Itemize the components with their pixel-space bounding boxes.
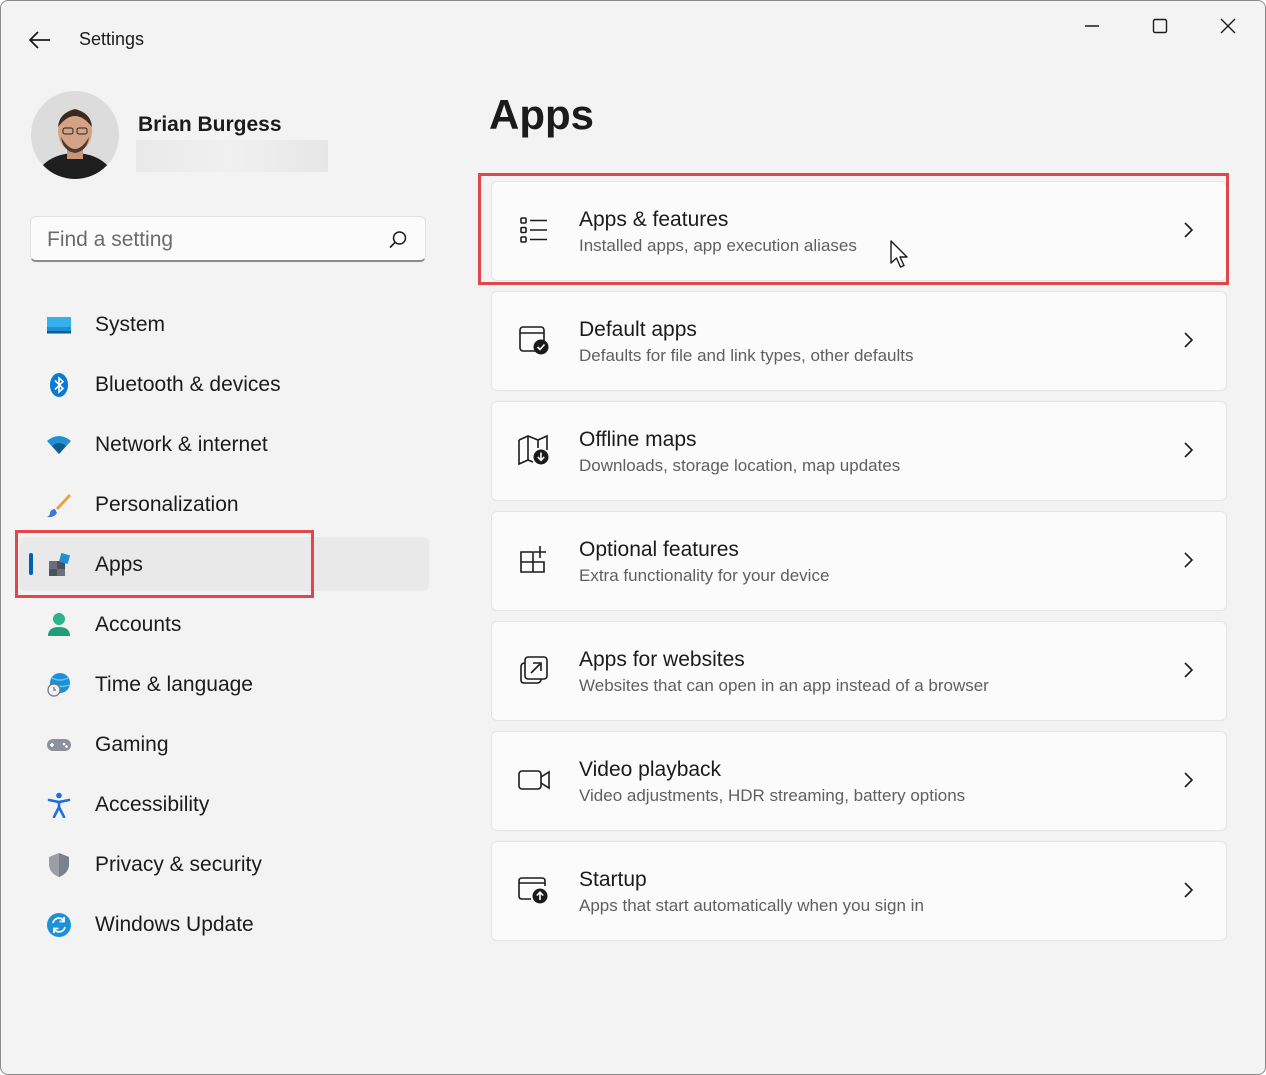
card-optional-features[interactable]: Optional features Extra functionality fo…	[491, 511, 1227, 611]
sidebar-item-windows-update[interactable]: Windows Update	[19, 897, 429, 951]
person-icon	[45, 611, 73, 639]
close-button[interactable]	[1205, 11, 1251, 41]
app-title: Settings	[79, 29, 145, 49]
card-apps-for-websites[interactable]: Apps for websites Websites that can open…	[491, 621, 1227, 721]
settings-cards: Apps & features Installed apps, app exec…	[491, 181, 1227, 951]
card-description: Downloads, storage location, map updates	[579, 456, 901, 475]
minimize-icon	[1085, 25, 1099, 27]
sidebar-item-time-language[interactable]: Time & language	[19, 657, 429, 711]
minimize-button[interactable]	[1069, 11, 1115, 41]
maximize-button[interactable]	[1137, 11, 1183, 41]
update-icon	[45, 911, 73, 939]
chevron-right-icon	[1176, 328, 1200, 352]
card-description: Apps that start automatically when you s…	[579, 896, 924, 915]
chevron-right-icon	[1176, 438, 1200, 462]
card-default-apps[interactable]: Default apps Defaults for file and link …	[491, 291, 1227, 391]
open-in-app-icon	[516, 652, 552, 688]
sidebar-item-accounts[interactable]: Accounts	[19, 597, 429, 651]
maximize-icon	[1152, 18, 1168, 34]
card-title: Video playback	[579, 758, 722, 781]
card-description: Extra functionality for your device	[579, 566, 830, 585]
sidebar-item-label: Privacy & security	[95, 853, 262, 876]
avatar-photo-icon	[31, 91, 119, 179]
brush-icon	[45, 491, 73, 519]
annotation-highlight-apps	[15, 530, 314, 598]
sidebar-item-label: Accessibility	[95, 793, 210, 816]
search-input[interactable]	[45, 225, 379, 255]
accessibility-icon	[45, 791, 73, 819]
close-icon	[1220, 18, 1236, 34]
sidebar-item-network[interactable]: Network & internet	[19, 417, 429, 471]
sidebar-item-label: Network & internet	[95, 433, 268, 456]
startup-icon	[516, 872, 552, 908]
card-offline-maps[interactable]: Offline maps Downloads, storage location…	[491, 401, 1227, 501]
back-arrow-icon	[29, 31, 50, 49]
wifi-icon	[45, 431, 73, 459]
sidebar-item-label: Personalization	[95, 493, 239, 516]
sidebar-item-label: Gaming	[95, 733, 169, 756]
chevron-right-icon	[1176, 548, 1200, 572]
card-description: Defaults for file and link types, other …	[579, 346, 914, 365]
default-apps-icon	[516, 322, 552, 358]
card-startup[interactable]: Startup Apps that start automatically wh…	[491, 841, 1227, 941]
grid-add-icon	[516, 542, 552, 578]
page-title: Apps	[489, 91, 594, 138]
annotation-highlight-apps-features	[478, 173, 1229, 285]
bluetooth-icon	[45, 371, 73, 399]
sidebar-nav: System Bluetooth & devices Network & int…	[19, 297, 429, 957]
mouse-cursor-icon	[890, 240, 908, 268]
sidebar-item-privacy-security[interactable]: Privacy & security	[19, 837, 429, 891]
sidebar-item-label: Windows Update	[95, 913, 254, 936]
search-icon[interactable]	[387, 229, 409, 251]
map-download-icon	[516, 432, 552, 468]
sidebar-item-system[interactable]: System	[19, 297, 429, 351]
title-bar: Settings	[1, 1, 1265, 77]
card-title: Apps for websites	[579, 648, 745, 671]
video-icon	[516, 762, 552, 798]
user-email-redacted	[136, 140, 328, 172]
card-video-playback[interactable]: Video playback Video adjustments, HDR st…	[491, 731, 1227, 831]
chevron-right-icon	[1176, 768, 1200, 792]
back-button[interactable]	[25, 25, 55, 55]
card-title: Optional features	[579, 538, 739, 561]
settings-window: Settings Brian Burgess Find a setting Sy…	[0, 0, 1266, 1075]
card-description: Video adjustments, HDR streaming, batter…	[579, 786, 966, 805]
globe-clock-icon	[45, 671, 73, 699]
sidebar-item-label: Time & language	[95, 673, 253, 696]
card-title: Offline maps	[579, 428, 697, 451]
card-title: Default apps	[579, 318, 697, 341]
sidebar-item-label: Accounts	[95, 613, 182, 636]
card-description: Websites that can open in an app instead…	[579, 676, 989, 695]
user-name: Brian Burgess	[138, 113, 282, 136]
sidebar-item-bluetooth[interactable]: Bluetooth & devices	[19, 357, 429, 411]
sidebar-item-label: Bluetooth & devices	[95, 373, 281, 396]
sidebar-item-gaming[interactable]: Gaming	[19, 717, 429, 771]
chevron-right-icon	[1176, 878, 1200, 902]
system-icon	[45, 311, 73, 339]
gamepad-icon	[45, 731, 73, 759]
sidebar-item-label: System	[95, 313, 166, 336]
chevron-right-icon	[1176, 658, 1200, 682]
sidebar-item-personalization[interactable]: Personalization	[19, 477, 429, 531]
card-title: Startup	[579, 868, 647, 891]
shield-icon	[45, 851, 73, 879]
search-box[interactable]	[30, 216, 426, 262]
sidebar-item-accessibility[interactable]: Accessibility	[19, 777, 429, 831]
avatar[interactable]	[31, 91, 119, 179]
